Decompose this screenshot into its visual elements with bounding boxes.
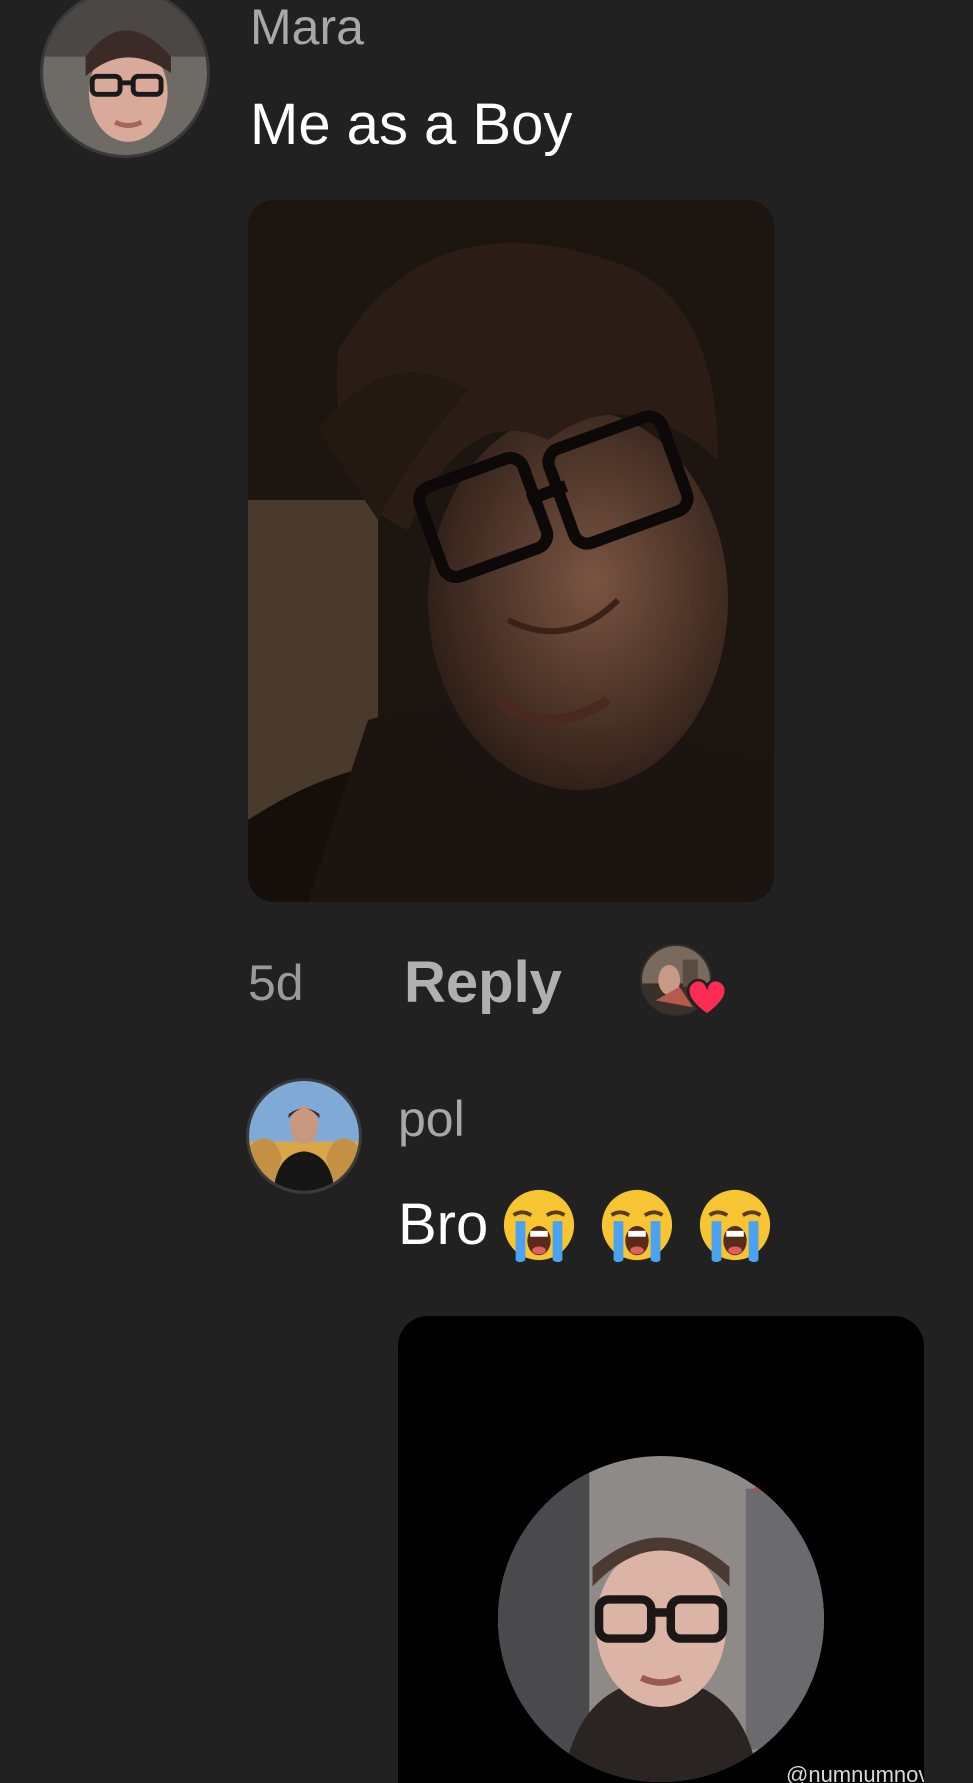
- portrait-image: [248, 200, 774, 902]
- comment-thread: Mara Me as a Boy 5d Reply pol Bro @numnu…: [0, 0, 973, 1783]
- reply-button[interactable]: Reply: [404, 954, 562, 1012]
- replier-avatar[interactable]: [246, 1078, 362, 1194]
- comment-timestamp: 5d: [248, 955, 304, 1011]
- loudly-crying-face-icon: [500, 1186, 578, 1264]
- commenter-avatar[interactable]: [40, 0, 210, 158]
- replier-username[interactable]: pol: [398, 1094, 465, 1144]
- loudly-crying-face-icon: [598, 1186, 676, 1264]
- video-face-bubble: [498, 1456, 824, 1782]
- video-reply-card[interactable]: @numnumnov: [398, 1316, 924, 1783]
- reply-text: Bro: [398, 1192, 489, 1257]
- comment-photo[interactable]: [248, 200, 774, 902]
- comment-text: Me as a Boy: [250, 92, 573, 157]
- reply-text-row: Bro: [398, 1186, 774, 1264]
- loudly-crying-face-icon: [696, 1186, 774, 1264]
- video-watermark: @numnumnov: [786, 1762, 924, 1783]
- user-avatar-icon: [43, 0, 207, 155]
- commenter-username[interactable]: Mara: [250, 2, 364, 52]
- heart-icon: [686, 978, 728, 1017]
- selfie-video-frame: [498, 1456, 824, 1782]
- user-avatar-icon: [249, 1081, 359, 1191]
- creator-liked-indicator: [640, 944, 728, 1018]
